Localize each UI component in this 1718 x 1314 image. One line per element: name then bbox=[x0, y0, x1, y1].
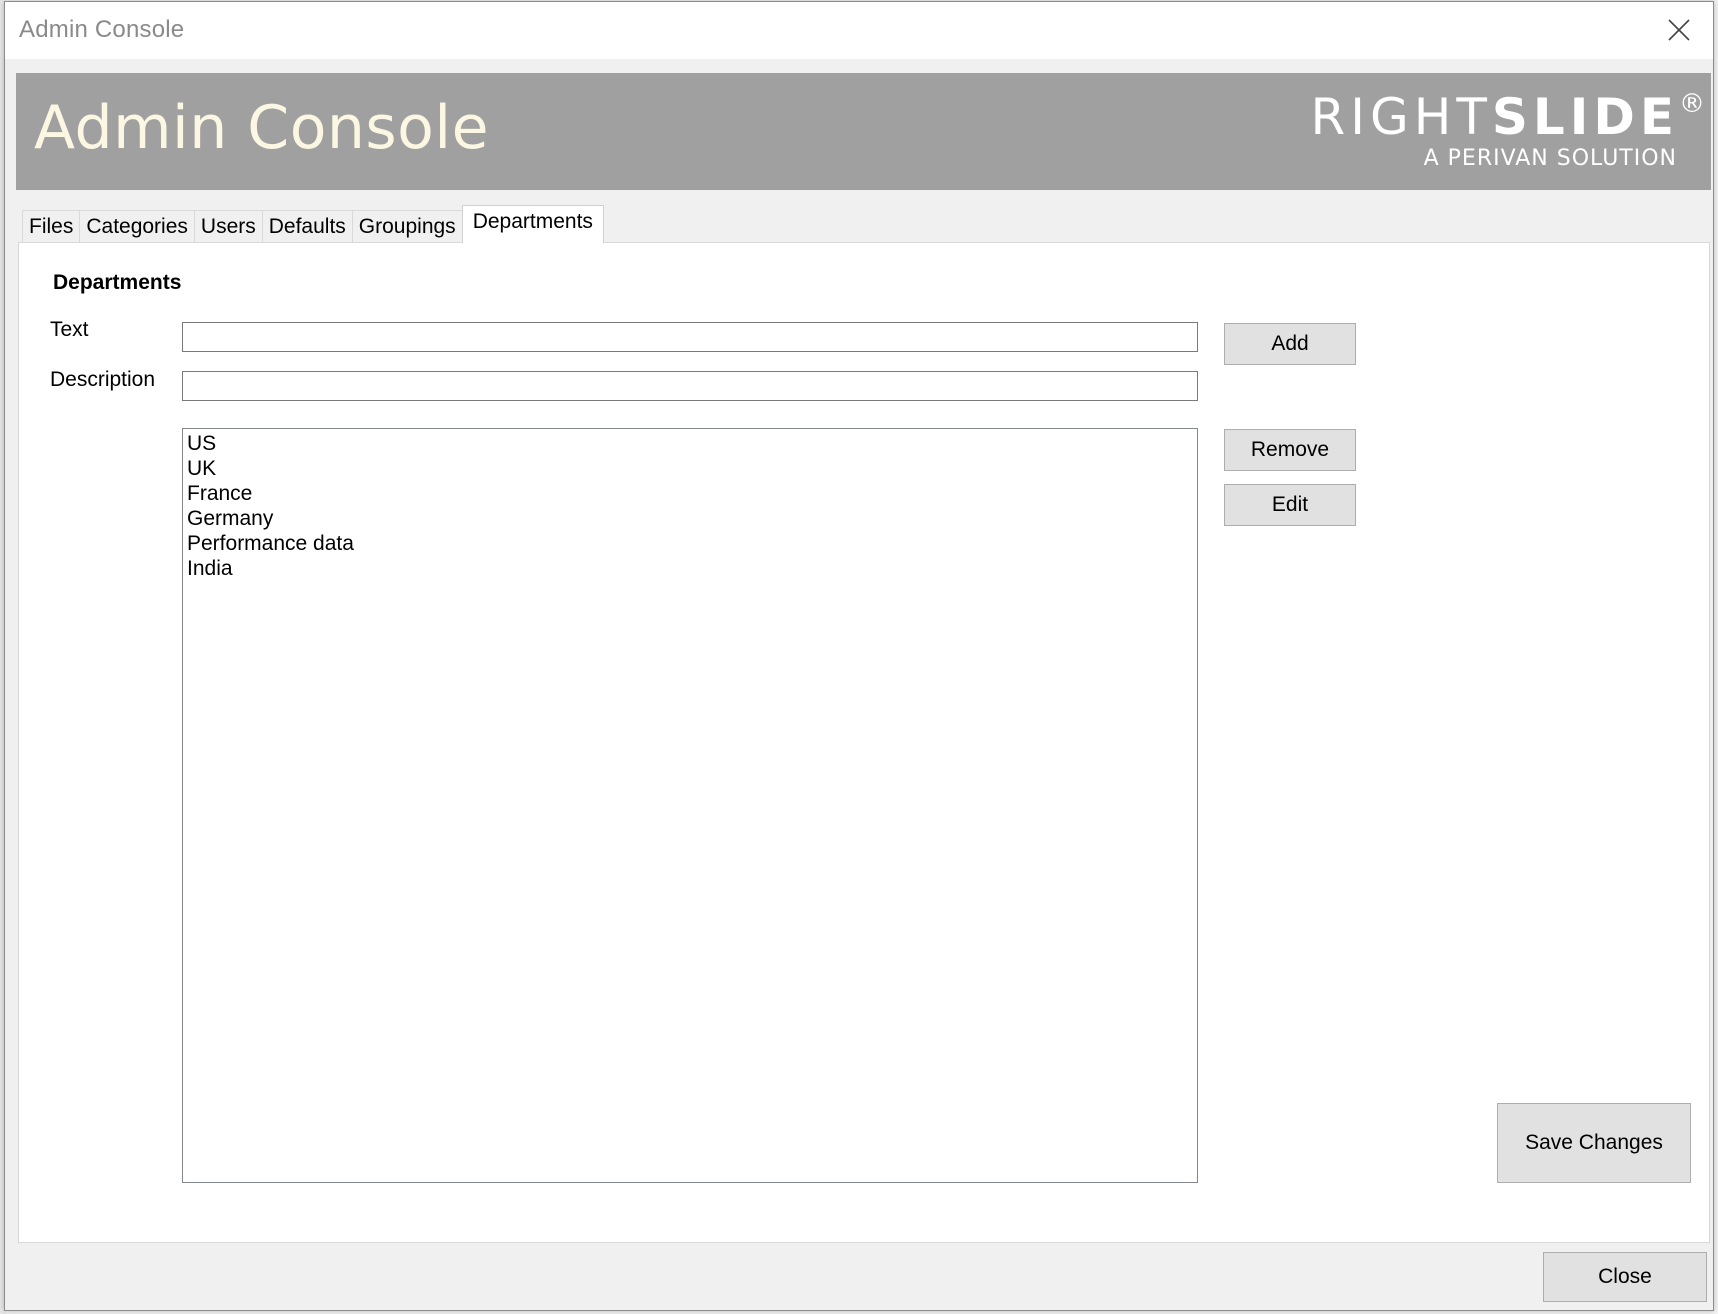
list-item[interactable]: US bbox=[187, 431, 1193, 456]
description-label: Description bbox=[50, 368, 156, 391]
title-bar: Admin Console bbox=[5, 2, 1713, 59]
section-heading: Departments bbox=[53, 271, 182, 294]
list-item[interactable]: France bbox=[187, 481, 1193, 506]
remove-button[interactable]: Remove bbox=[1224, 429, 1356, 471]
tab-categories[interactable]: Categories bbox=[79, 210, 195, 243]
brand-logo: RIGHTSLIDE® A PERIVAN SOLUTION bbox=[1310, 91, 1705, 171]
list-item[interactable]: UK bbox=[187, 456, 1193, 481]
brand-wordmark: RIGHTSLIDE® bbox=[1310, 91, 1705, 142]
banner-title: Admin Console bbox=[34, 93, 489, 163]
text-label: Text bbox=[50, 318, 89, 341]
brand-wordmark-thin: RIGHT bbox=[1310, 88, 1492, 146]
tab-files[interactable]: Files bbox=[22, 210, 81, 243]
tab-defaults[interactable]: Defaults bbox=[261, 210, 353, 243]
tab-departments[interactable]: Departments bbox=[461, 205, 604, 243]
description-input[interactable] bbox=[182, 371, 1198, 401]
header-banner: Admin Console RIGHTSLIDE® A PERIVAN SOLU… bbox=[16, 73, 1711, 190]
close-button[interactable]: Close bbox=[1543, 1252, 1707, 1302]
brand-wordmark-bold: SLIDE bbox=[1491, 88, 1679, 146]
list-item[interactable]: Performance data bbox=[187, 531, 1193, 556]
save-changes-button[interactable]: Save Changes bbox=[1497, 1103, 1691, 1183]
edit-button[interactable]: Edit bbox=[1224, 484, 1356, 526]
tab-groupings[interactable]: Groupings bbox=[351, 210, 463, 243]
list-item[interactable]: India bbox=[187, 556, 1193, 581]
tab-strip: Files Categories Users Defaults Grouping… bbox=[22, 205, 604, 243]
departments-panel: Departments Text Description Add US UK F… bbox=[18, 242, 1710, 1243]
registered-mark: ® bbox=[1679, 89, 1705, 119]
window-title: Admin Console bbox=[19, 16, 185, 43]
window-close-button[interactable] bbox=[1655, 8, 1703, 52]
brand-tagline: A PERIVAN SOLUTION bbox=[1423, 146, 1677, 171]
add-button[interactable]: Add bbox=[1224, 323, 1356, 365]
departments-list[interactable]: US UK France Germany Performance data In… bbox=[182, 428, 1198, 1183]
admin-console-dialog: Admin Console Admin Console RIGHTSLIDE® … bbox=[4, 1, 1714, 1311]
tab-users[interactable]: Users bbox=[193, 210, 263, 243]
close-icon bbox=[1668, 19, 1690, 41]
list-item[interactable]: Germany bbox=[187, 506, 1193, 531]
text-input[interactable] bbox=[182, 322, 1198, 352]
